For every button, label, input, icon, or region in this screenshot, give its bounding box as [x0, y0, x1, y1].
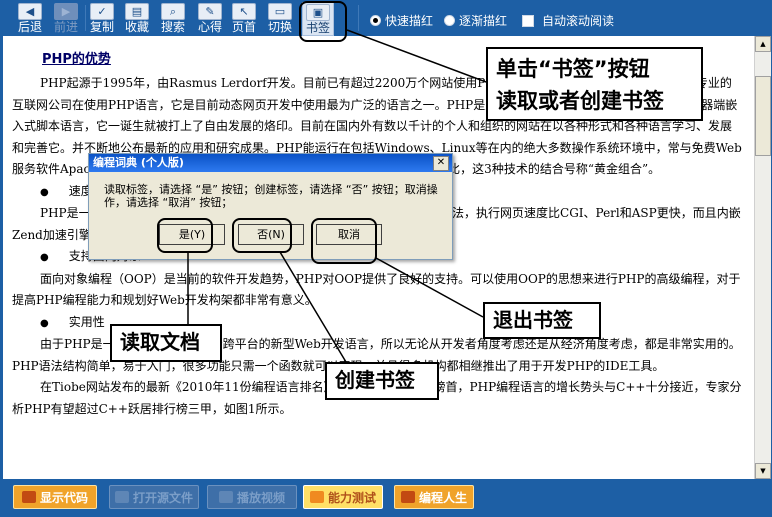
close-icon[interactable]: ✕ — [433, 156, 449, 171]
read-document-callout: 读取文档 — [110, 324, 222, 362]
scroll-thumb[interactable] — [755, 76, 771, 156]
copy-button[interactable]: ✓ 复制 — [85, 2, 119, 34]
dialog-message: 读取标签，请选择 “是” 按钮；创建标签，请选择 “否” 按钮；取消操作，请选择… — [104, 183, 438, 209]
life-icon — [400, 491, 415, 503]
favorite-button[interactable]: ▤ 收藏 — [120, 2, 154, 34]
dialog-title: 编程词典 (个人版) — [93, 156, 184, 169]
play-video-label: 播放视频 — [236, 490, 285, 505]
paragraph: 面向对象编程（OOP）是当前的软件开发趋势，PHP对OOP提供了良好的支持。可以… — [12, 271, 741, 308]
copy-icon: ✓ — [90, 3, 114, 20]
switch-button[interactable]: ▭ 切换 — [263, 2, 297, 34]
open-source-file-label: 打开源文件 — [132, 490, 193, 505]
vertical-scrollbar[interactable]: ▲ ▼ — [754, 36, 771, 479]
switch-icon: ▭ — [268, 3, 292, 20]
yes-highlight-ring — [157, 218, 213, 253]
back-arrow-icon: ◀ — [18, 3, 42, 20]
page-top-label: 页首 — [231, 20, 256, 34]
search-icon: ⌕ — [161, 3, 185, 20]
show-code-button[interactable]: 显示代码 — [13, 485, 97, 509]
cancel-highlight-ring — [311, 218, 377, 264]
bookmark-callout: 单击“书签”按钮 读取或者创建书签 — [486, 47, 703, 121]
bottom-bar: 显示代码 打开源文件 播放视频 能力测试 编程人生 — [0, 479, 772, 517]
code-icon — [21, 491, 36, 503]
video-icon — [218, 491, 233, 503]
radio-gradual-label: 逐渐描红 — [459, 14, 508, 28]
toolbar: ◀ 后退 ▶ 前进 ✓ 复制 ▤ 收藏 ⌕ 搜索 ✎ 心得 ↖ 页首 ▭ 切换 … — [0, 0, 772, 36]
open-source-file-button[interactable]: 打开源文件 — [109, 485, 199, 509]
auto-scroll-label: 自动滚动阅读 — [542, 14, 615, 28]
back-button[interactable]: ◀ 后退 — [13, 2, 47, 34]
switch-label: 切换 — [267, 20, 292, 34]
checkbox-icon — [522, 14, 534, 27]
forward-arrow-icon: ▶ — [54, 3, 78, 20]
scroll-down-icon[interactable]: ▼ — [755, 463, 771, 479]
radio-fast-trace[interactable]: 快速描红 — [370, 12, 433, 29]
back-label: 后退 — [17, 20, 42, 34]
ability-test-label: 能力测试 — [327, 490, 376, 505]
no-highlight-ring — [232, 218, 292, 253]
search-label: 搜索 — [160, 20, 185, 34]
programming-life-button[interactable]: 编程人生 — [394, 485, 474, 509]
toolbar-divider — [358, 5, 359, 31]
exit-bookmark-callout: 退出书签 — [483, 302, 601, 339]
radio-selected-icon — [370, 15, 381, 26]
show-code-label: 显示代码 — [39, 490, 88, 505]
radio-fast-label: 快速描红 — [385, 14, 434, 28]
auto-scroll-checkbox[interactable]: 自动滚动阅读 — [522, 12, 614, 29]
radio-gradual-trace[interactable]: 逐渐描红 — [444, 12, 507, 29]
notes-icon: ✎ — [198, 3, 222, 20]
forward-label: 前进 — [53, 20, 78, 34]
play-video-button[interactable]: 播放视频 — [207, 485, 297, 509]
file-icon — [114, 491, 129, 503]
create-bookmark-callout: 创建书签 — [325, 362, 439, 400]
ability-test-button[interactable]: 能力测试 — [303, 485, 383, 509]
scroll-up-icon[interactable]: ▲ — [755, 36, 771, 52]
forward-button[interactable]: ▶ 前进 — [49, 2, 83, 34]
page-top-icon: ↖ — [232, 3, 256, 20]
dialog-title-bar: 编程词典 (个人版) ✕ — [89, 154, 452, 172]
page-top-button[interactable]: ↖ 页首 — [227, 2, 261, 34]
favorite-icon: ▤ — [125, 3, 149, 20]
favorite-label: 收藏 — [124, 20, 149, 34]
notes-label: 心得 — [197, 20, 222, 34]
test-icon — [309, 491, 324, 503]
notes-button[interactable]: ✎ 心得 — [193, 2, 227, 34]
search-button[interactable]: ⌕ 搜索 — [156, 2, 190, 34]
radio-unselected-icon — [444, 15, 455, 26]
copy-label: 复制 — [89, 20, 114, 34]
programming-life-label: 编程人生 — [418, 490, 467, 505]
bookmark-highlight-ring — [299, 1, 347, 42]
